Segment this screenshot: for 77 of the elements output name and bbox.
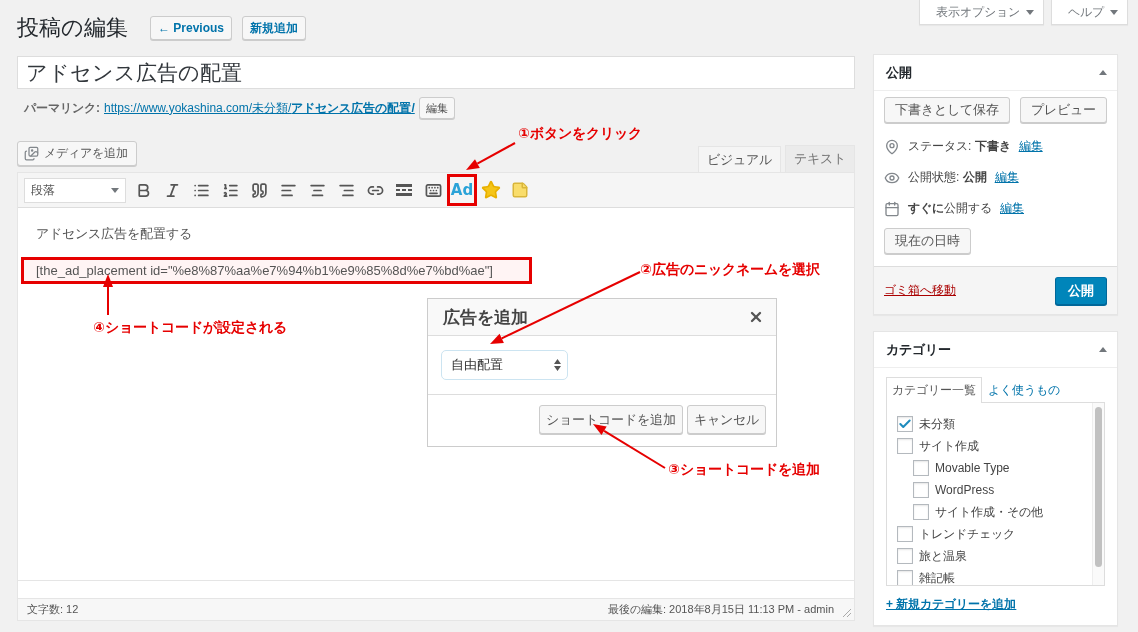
category-item[interactable]: トレンドチェック	[897, 523, 1092, 545]
annotation-note: ①ボタンをクリック	[518, 125, 642, 143]
publish-info: 公開状態: 公開	[908, 169, 987, 186]
panel-title: 公開	[886, 63, 912, 82]
caret-icon	[1110, 9, 1118, 15]
current-date-button[interactable]: 現在の日時	[884, 228, 971, 254]
title-field[interactable]: アドセンス広告の配置	[17, 56, 855, 89]
trash-link[interactable]: ゴミ箱へ移動	[884, 282, 956, 299]
format-select[interactable]: 段落	[24, 177, 126, 203]
editor-tab[interactable]: テキスト	[785, 145, 855, 172]
page-title: 投稿の編集	[17, 14, 128, 42]
category-item[interactable]: サイト作成	[897, 435, 1092, 457]
publish-action-button[interactable]: プレビュー	[1020, 97, 1107, 123]
word-count: 文字数: 12	[27, 602, 79, 617]
annotation-note: ④ショートコードが設定される	[93, 319, 287, 337]
sticky-note-icon	[511, 181, 529, 199]
header-button[interactable]: 新規追加	[242, 16, 307, 40]
header-button[interactable]: ← Previous	[150, 16, 233, 40]
permalink-label: パーマリンク:	[24, 99, 100, 117]
category-item[interactable]: 未分類	[897, 413, 1092, 435]
pin-icon	[884, 138, 900, 155]
permalink-link[interactable]: https://www.yokashina.com/未分類/アドセンス広告の配置/	[104, 99, 415, 117]
dialog-title: 広告を追加	[443, 306, 528, 329]
caret-icon	[1026, 9, 1034, 15]
annotation-note: ②広告のニックネームを選択	[640, 261, 820, 279]
close-icon[interactable]	[748, 309, 764, 325]
checkbox[interactable]	[897, 570, 913, 585]
add-category-link[interactable]: + 新規カテゴリーを追加	[886, 596, 1017, 613]
publish-info: ステータス: 下書き	[908, 138, 1011, 155]
collapse-icon	[1099, 70, 1107, 75]
checkbox[interactable]	[913, 504, 929, 520]
annotation-note: ③ショートコードを追加	[668, 461, 820, 479]
checkbox[interactable]	[913, 460, 929, 476]
screen-tab[interactable]: ヘルプ	[1051, 0, 1128, 25]
publish-action-button[interactable]: 下書きとして保存	[884, 97, 1010, 123]
star-icon	[481, 180, 501, 200]
read-more-icon	[395, 183, 413, 197]
publish-button[interactable]: 公開	[1055, 276, 1107, 305]
edit-link[interactable]: 編集	[1018, 138, 1043, 155]
dialog-button[interactable]: ショートコードを追加	[539, 405, 683, 434]
edit-link[interactable]: 編集	[1000, 200, 1024, 217]
category-item[interactable]: WordPress	[913, 479, 1092, 501]
checkbox[interactable]	[897, 438, 913, 454]
resize-grip-icon[interactable]	[842, 608, 852, 618]
keyboard-icon	[424, 181, 442, 199]
caret-icon	[111, 187, 119, 193]
publish-info: すぐに公開する	[908, 200, 992, 217]
category-item[interactable]: 旅と温泉	[897, 545, 1092, 567]
checkbox[interactable]	[913, 482, 929, 498]
scrollbar[interactable]	[1092, 403, 1104, 585]
quote-icon	[250, 181, 268, 199]
numbered-list-icon	[221, 181, 239, 199]
check-icon	[898, 417, 912, 431]
dialog-button[interactable]: キャンセル	[687, 405, 766, 434]
ad-select[interactable]: 自由配置	[441, 350, 568, 380]
category-tab[interactable]: よく使うもの	[982, 377, 1066, 403]
checkbox[interactable]	[897, 548, 913, 564]
add-media-button[interactable]: メディアを追加	[17, 141, 137, 166]
category-tab[interactable]: カテゴリー一覧	[886, 377, 982, 403]
collapse-icon	[1099, 347, 1107, 352]
arrow	[466, 142, 516, 170]
checkbox[interactable]	[897, 526, 913, 542]
images-icon	[24, 146, 39, 161]
category-item[interactable]: Movable Type	[913, 457, 1092, 479]
last-edited: 最後の編集: 2018年8月15日 11:13 PM - admin	[608, 602, 834, 617]
edit-button[interactable]: 編集	[418, 97, 455, 119]
category-item[interactable]: サイト作成・その他	[913, 501, 1092, 523]
calendar-icon	[884, 200, 900, 217]
content-paragraph: [the_ad_placement id="%e8%87%aa%e7%94%b1%e9%85%8d%e7%bd%ae"]	[21, 257, 532, 284]
select-arrows-icon	[554, 359, 561, 371]
checkbox[interactable]	[897, 416, 913, 432]
panel-title: カテゴリー	[886, 340, 951, 359]
category-item[interactable]: 雑記帳	[897, 567, 1092, 585]
screen-tab[interactable]: 表示オプション	[919, 0, 1044, 25]
editor-tab[interactable]: ビジュアル	[698, 146, 781, 173]
content-paragraph: アドセンス広告を配置する	[35, 225, 193, 243]
edit-link[interactable]: 編集	[994, 169, 1019, 186]
